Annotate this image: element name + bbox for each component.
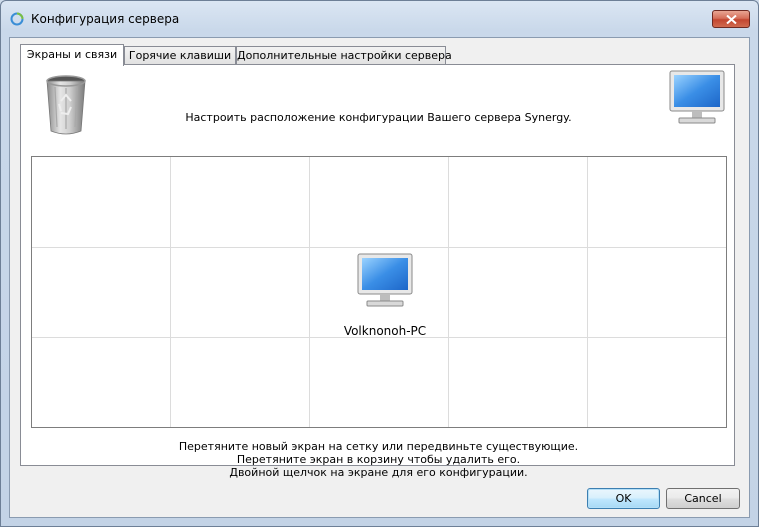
grid-cell[interactable] <box>588 338 726 427</box>
title-bar[interactable]: Конфигурация сервера <box>1 1 758 37</box>
window-title: Конфигурация сервера <box>31 12 180 26</box>
tab-hotkeys[interactable]: Горячие клавиши <box>124 46 236 65</box>
ok-button[interactable]: OK <box>587 488 660 509</box>
grid-cell[interactable] <box>588 157 726 248</box>
hint-line: Двойной щелчок на экране для его конфигу… <box>229 466 528 479</box>
screen-layout-grid[interactable]: Volknonoh-PC <box>31 156 727 428</box>
grid-cell[interactable] <box>32 157 171 248</box>
hint-line: Перетяните новый экран на сетку или пере… <box>178 440 579 453</box>
new-screen-monitor-icon[interactable] <box>667 69 727 127</box>
tab-screens-links[interactable]: Экраны и связи <box>20 44 124 66</box>
grid-cell[interactable] <box>588 248 726 338</box>
screen-volknonoh-pc[interactable]: Volknonoh-PC <box>340 252 430 338</box>
grid-cell[interactable] <box>310 157 449 248</box>
close-icon <box>726 15 737 24</box>
hint-line: Перетяните экран в корзину чтобы удалить… <box>236 453 521 466</box>
grid-cell[interactable] <box>449 338 588 427</box>
grid-cell[interactable] <box>171 157 310 248</box>
grid-cell[interactable] <box>310 338 449 427</box>
trash-icon[interactable] <box>41 65 91 137</box>
close-button[interactable] <box>712 10 750 28</box>
grid-cell[interactable] <box>32 338 171 427</box>
grid-cell[interactable] <box>449 157 588 248</box>
grid-cell[interactable] <box>171 248 310 338</box>
server-config-window: Конфигурация сервера Экраны и связи Горя… <box>0 0 759 527</box>
help-hints: Перетяните новый экран на сетку или пере… <box>21 440 736 479</box>
tab-panel-screens: Настроить расположение конфигурации Ваше… <box>20 64 735 479</box>
grid-cell[interactable] <box>32 248 171 338</box>
grid-cell[interactable] <box>171 338 310 427</box>
synergy-app-icon <box>10 12 24 26</box>
monitor-icon <box>357 253 413 307</box>
dialog-client-area: Экраны и связи Горячие клавиши Дополните… <box>9 37 750 518</box>
tab-advanced-settings[interactable]: Дополнительные настройки сервера <box>236 46 452 65</box>
grid-cell[interactable] <box>449 248 588 338</box>
cancel-button[interactable]: Cancel <box>666 488 740 509</box>
config-instruction: Настроить расположение конфигурации Ваше… <box>185 111 572 124</box>
screen-name-label: Volknonoh-PC <box>343 324 427 338</box>
